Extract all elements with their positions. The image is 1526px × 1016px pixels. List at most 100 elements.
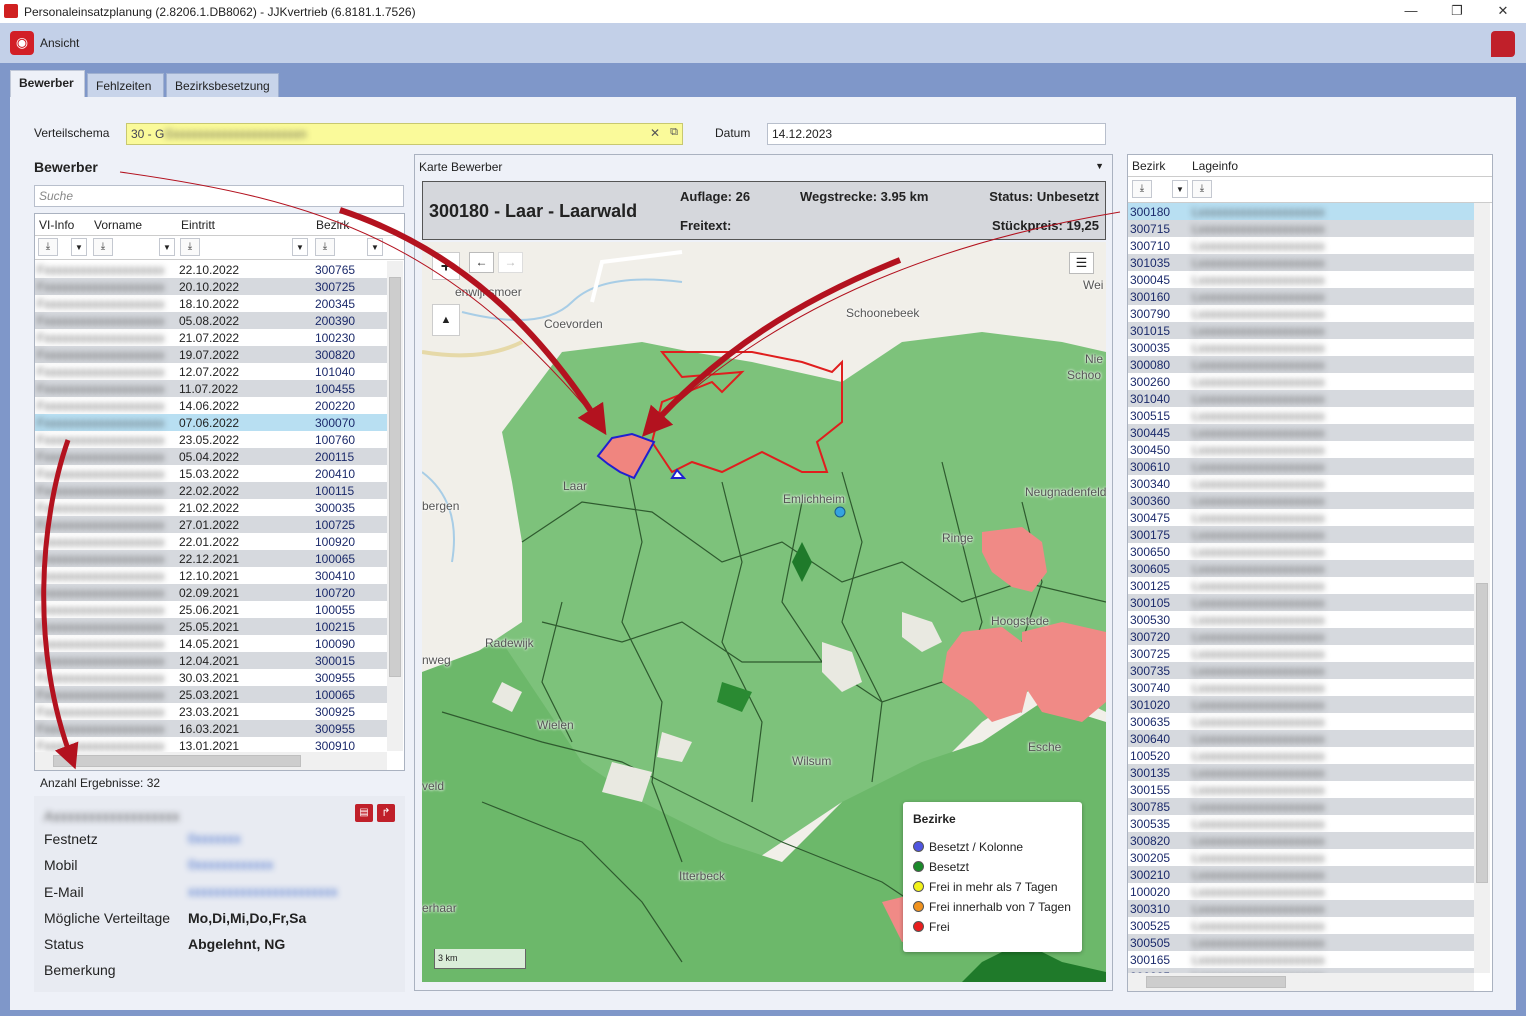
table-row[interactable]: Fxxxxxxxxxxxxxxxxxxxx 07.06.2022 300070	[35, 414, 387, 431]
list-item[interactable]: 300515 Lxxxxxxxxxxxxxxxxxxxxx	[1128, 407, 1474, 424]
layers-menu-icon[interactable]: ☰	[1069, 252, 1094, 274]
list-item[interactable]: 100020 Lxxxxxxxxxxxxxxxxxxxxx	[1128, 883, 1474, 900]
list-item[interactable]: 300180 Lxxxxxxxxxxxxxxxxxxxxx	[1128, 203, 1474, 220]
list-item[interactable]: 301015 Lxxxxxxxxxxxxxxxxxxxxx	[1128, 322, 1474, 339]
list-item[interactable]: 300210 Lxxxxxxxxxxxxxxxxxxxxx	[1128, 866, 1474, 883]
list-item[interactable]: 300605 Lxxxxxxxxxxxxxxxxxxxxx	[1128, 560, 1474, 577]
close-button[interactable]: ✕	[1480, 0, 1526, 23]
table-row[interactable]: Fxxxxxxxxxxxxxxxxxxxx 21.07.2022 100230	[35, 329, 387, 346]
search-input[interactable]: Suche	[34, 185, 404, 207]
list-item[interactable]: 300045 Lxxxxxxxxxxxxxxxxxxxxx	[1128, 271, 1474, 288]
col-vi-info[interactable]: VI-Info	[39, 218, 74, 232]
table-row[interactable]: Fxxxxxxxxxxxxxxxxxxxx 23.03.2021 300925	[35, 703, 387, 720]
vertical-scrollbar[interactable]	[387, 261, 403, 751]
festnetz-value[interactable]: 0xxxxxxx	[188, 831, 241, 846]
table-row[interactable]: Fxxxxxxxxxxxxxxxxxxxx 27.01.2022 100725	[35, 516, 387, 533]
list-item[interactable]: 300785 Lxxxxxxxxxxxxxxxxxxxxx	[1128, 798, 1474, 815]
list-item[interactable]: 300175 Lxxxxxxxxxxxxxxxxxxxxx	[1128, 526, 1474, 543]
table-row[interactable]: Fxxxxxxxxxxxxxxxxxxxx 05.04.2022 200115	[35, 448, 387, 465]
list-item[interactable]: 300155 Lxxxxxxxxxxxxxxxxxxxxx	[1128, 781, 1474, 798]
list-item[interactable]: 300735 Lxxxxxxxxxxxxxxxxxxxxx	[1128, 662, 1474, 679]
table-row[interactable]: Fxxxxxxxxxxxxxxxxxxxx 05.08.2022 200390	[35, 312, 387, 329]
list-item[interactable]: 301040 Lxxxxxxxxxxxxxxxxxxxxx	[1128, 390, 1474, 407]
list-item[interactable]: 300340 Lxxxxxxxxxxxxxxxxxxxxx	[1128, 475, 1474, 492]
col-eintritt[interactable]: Eintritt	[181, 218, 215, 232]
table-row[interactable]: Fxxxxxxxxxxxxxxxxxxxx 12.07.2022 101040	[35, 363, 387, 380]
menu-ansicht[interactable]: Ansicht	[40, 36, 79, 50]
col-lageinfo[interactable]: Lageinfo	[1192, 159, 1238, 173]
list-item[interactable]: 100520 Lxxxxxxxxxxxxxxxxxxxxx	[1128, 747, 1474, 764]
compass-icon[interactable]: ▲	[432, 304, 460, 336]
table-row[interactable]: Fxxxxxxxxxxxxxxxxxxxx 19.07.2022 300820	[35, 346, 387, 363]
list-item[interactable]: 300505 Lxxxxxxxxxxxxxxxxxxxxx	[1128, 934, 1474, 951]
list-item[interactable]: 300740 Lxxxxxxxxxxxxxxxxxxxxx	[1128, 679, 1474, 696]
table-row[interactable]: Fxxxxxxxxxxxxxxxxxxxx 20.10.2022 300725	[35, 278, 387, 295]
clear-icon[interactable]: ✕	[650, 126, 660, 140]
table-row[interactable]: Fxxxxxxxxxxxxxxxxxxxx 14.06.2022 200220	[35, 397, 387, 414]
list-item[interactable]: 300635 Lxxxxxxxxxxxxxxxxxxxxx	[1128, 713, 1474, 730]
table-row[interactable]: Fxxxxxxxxxxxxxxxxxxxx 14.05.2021 100090	[35, 635, 387, 652]
col-bezirk[interactable]: Bezirk	[1132, 159, 1165, 173]
table-row[interactable]: Fxxxxxxxxxxxxxxxxxxxx 12.10.2021 300410	[35, 567, 387, 584]
table-row[interactable]: Fxxxxxxxxxxxxxxxxxxxx 22.01.2022 100920	[35, 533, 387, 550]
chevron-down-icon[interactable]: ▼	[292, 238, 308, 256]
list-item[interactable]: 300715 Lxxxxxxxxxxxxxxxxxxxxx	[1128, 220, 1474, 237]
download-icon[interactable]: ⤓	[180, 238, 200, 256]
chevron-down-icon[interactable]: ▼	[1095, 161, 1104, 171]
list-item[interactable]: 300450 Lxxxxxxxxxxxxxxxxxxxxx	[1128, 441, 1474, 458]
table-row[interactable]: Fxxxxxxxxxxxxxxxxxxxx 12.04.2021 300015	[35, 652, 387, 669]
table-row[interactable]: Fxxxxxxxxxxxxxxxxxxxx 30.03.2021 300955	[35, 669, 387, 686]
table-row[interactable]: Fxxxxxxxxxxxxxxxxxxxx 21.02.2022 300035	[35, 499, 387, 516]
list-item[interactable]: 300650 Lxxxxxxxxxxxxxxxxxxxxx	[1128, 543, 1474, 560]
table-row[interactable]: Fxxxxxxxxxxxxxxxxxxxx 18.10.2022 200345	[35, 295, 387, 312]
chevron-down-icon[interactable]: ▼	[1172, 180, 1188, 198]
chevron-down-icon[interactable]: ▼	[367, 238, 383, 256]
list-item[interactable]: 300260 Lxxxxxxxxxxxxxxxxxxxxx	[1128, 373, 1474, 390]
list-item[interactable]: 300640 Lxxxxxxxxxxxxxxxxxxxxx	[1128, 730, 1474, 747]
table-row[interactable]: Fxxxxxxxxxxxxxxxxxxxx 16.03.2021 300955	[35, 720, 387, 737]
list-item[interactable]: 300525 Lxxxxxxxxxxxxxxxxxxxxx	[1128, 917, 1474, 934]
download-icon[interactable]: ⤓	[315, 238, 335, 256]
zoom-in-button[interactable]: +	[432, 252, 460, 280]
list-item[interactable]: 300530 Lxxxxxxxxxxxxxxxxxxxxx	[1128, 611, 1474, 628]
download-icon[interactable]: ⤓	[1132, 180, 1152, 198]
list-item[interactable]: 300475 Lxxxxxxxxxxxxxxxxxxxxx	[1128, 509, 1474, 526]
back-arrow-icon[interactable]: ←	[469, 252, 494, 273]
horizontal-scrollbar[interactable]	[1128, 973, 1474, 991]
vertical-scrollbar[interactable]	[1474, 203, 1490, 973]
table-row[interactable]: Fxxxxxxxxxxxxxxxxxxxx 22.10.2022 300765	[35, 261, 387, 278]
chevron-down-icon[interactable]: ▼	[159, 238, 175, 256]
list-item[interactable]: 300360 Lxxxxxxxxxxxxxxxxxxxxx	[1128, 492, 1474, 509]
download-icon[interactable]: ⤓	[1192, 180, 1212, 198]
email-value[interactable]: xxxxxxxxxxxxxxxxxxxxxxx	[188, 884, 338, 899]
list-item[interactable]: 300310 Lxxxxxxxxxxxxxxxxxxxxx	[1128, 900, 1474, 917]
list-item[interactable]: 300105 Lxxxxxxxxxxxxxxxxxxxxx	[1128, 594, 1474, 611]
list-item[interactable]: 301020 Lxxxxxxxxxxxxxxxxxxxxx	[1128, 696, 1474, 713]
horizontal-scrollbar[interactable]	[35, 752, 387, 770]
list-item[interactable]: 300820 Lxxxxxxxxxxxxxxxxxxxxx	[1128, 832, 1474, 849]
table-row[interactable]: Fxxxxxxxxxxxxxxxxxxxx 25.03.2021 100065	[35, 686, 387, 703]
list-item[interactable]: 300725 Lxxxxxxxxxxxxxxxxxxxxx	[1128, 645, 1474, 662]
table-row[interactable]: Fxxxxxxxxxxxxxxxxxxxx 11.07.2022 100455	[35, 380, 387, 397]
eye-icon[interactable]: ◉	[10, 31, 34, 55]
verteilschema-field[interactable]: 30 - GGxxxxxxxxxxxxxxxxxxxxxn ✕ ⧉	[126, 123, 683, 145]
lookup-icon[interactable]: ⧉	[670, 126, 678, 139]
list-item[interactable]: 300135 Lxxxxxxxxxxxxxxxxxxxxx	[1128, 764, 1474, 781]
list-item[interactable]: 300445 Lxxxxxxxxxxxxxxxxxxxxx	[1128, 424, 1474, 441]
minimize-button[interactable]: —	[1388, 0, 1434, 23]
download-icon[interactable]: ⤓	[93, 238, 113, 256]
list-item[interactable]: 301035 Lxxxxxxxxxxxxxxxxxxxxx	[1128, 254, 1474, 271]
document-icon[interactable]: ▤	[355, 804, 373, 822]
col-vorname[interactable]: Vorname	[94, 218, 142, 232]
list-item[interactable]: 300790 Lxxxxxxxxxxxxxxxxxxxxx	[1128, 305, 1474, 322]
chevron-down-icon[interactable]: ▼	[71, 238, 87, 256]
table-row[interactable]: Fxxxxxxxxxxxxxxxxxxxx 25.05.2021 100215	[35, 618, 387, 635]
table-row[interactable]: Fxxxxxxxxxxxxxxxxxxxx 23.05.2022 100760	[35, 431, 387, 448]
list-item[interactable]: 300125 Lxxxxxxxxxxxxxxxxxxxxx	[1128, 577, 1474, 594]
datum-field[interactable]: 14.12.2023	[767, 123, 1106, 145]
mobil-value[interactable]: 0xxxxxxxxxxxx	[188, 857, 273, 872]
map-view[interactable]: enwijksmoer Coevorden Schoonebeek Wei Ni…	[422, 242, 1106, 982]
list-item[interactable]: 300165 Lxxxxxxxxxxxxxxxxxxxxx	[1128, 951, 1474, 968]
table-row[interactable]: Fxxxxxxxxxxxxxxxxxxxx 15.03.2022 200410	[35, 465, 387, 482]
tab-bewerber[interactable]: Bewerber	[10, 70, 85, 97]
